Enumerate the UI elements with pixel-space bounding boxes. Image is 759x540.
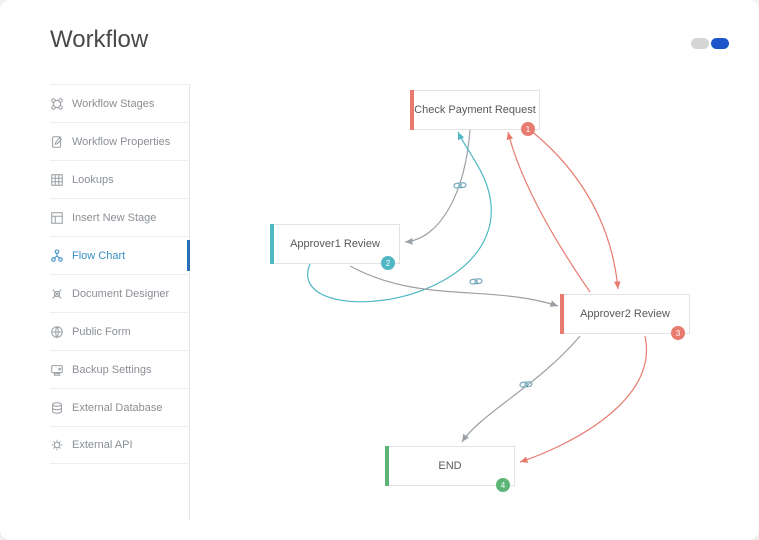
node-approver1[interactable]: Approver1 Review 2: [270, 224, 400, 264]
sidebar-item-flow-chart[interactable]: Flow Chart: [50, 236, 189, 274]
sidebar-item-workflow-properties[interactable]: Workflow Properties: [50, 122, 189, 160]
node-color-bar: [560, 294, 564, 334]
node-approver2[interactable]: Approver2 Review 3: [560, 294, 690, 334]
node-label: Approver2 Review: [580, 308, 670, 320]
edge-3-1[interactable]: [508, 132, 590, 292]
node-badge: 2: [381, 256, 395, 270]
sidebar-item-insert-new-stage[interactable]: Insert New Stage: [50, 198, 189, 236]
sidebar-item-lookups[interactable]: Lookups: [50, 160, 189, 198]
sidebar-item-label: Backup Settings: [72, 364, 152, 376]
node-badge: 3: [671, 326, 685, 340]
node-color-bar: [385, 446, 389, 486]
node-badge: 4: [496, 478, 510, 492]
node-badge-num: 1: [526, 125, 530, 134]
page-title: Workflow: [0, 0, 759, 58]
sidebar-item-label: External Database: [72, 402, 163, 414]
sidebar-item-document-designer[interactable]: Document Designer: [50, 274, 189, 312]
sidebar-item-label: Document Designer: [72, 288, 169, 300]
stages-icon: [50, 97, 64, 111]
sidebar-item-public-form[interactable]: Public Form: [50, 312, 189, 350]
sidebar-item-label: Flow Chart: [72, 250, 125, 262]
sidebar-item-label: External API: [72, 439, 133, 451]
sidebar-item-label: Workflow Properties: [72, 136, 170, 148]
sidebar-item-label: Insert New Stage: [72, 212, 156, 224]
edge-3-4-red[interactable]: [520, 336, 647, 462]
sidebar-item-backup-settings[interactable]: Backup Settings: [50, 350, 189, 388]
toggle-on[interactable]: [711, 38, 729, 49]
sidebar-item-label: Public Form: [72, 326, 131, 338]
props-icon: [50, 135, 64, 149]
node-badge-num: 3: [676, 329, 680, 338]
db-icon: [50, 401, 64, 415]
edge-1-3[interactable]: [530, 130, 618, 289]
globe-icon: [50, 325, 64, 339]
node-badge-num: 2: [386, 259, 390, 268]
node-color-bar: [410, 90, 414, 130]
flowchart-canvas[interactable]: 🔗 🔗 🔗 🔗 Check Payment Request 1 Approver…: [190, 84, 739, 520]
node-badge: 1: [521, 122, 535, 136]
sidebar-item-external-database[interactable]: External Database: [50, 388, 189, 426]
sidebar-item-external-api[interactable]: External API: [50, 426, 189, 464]
workflow-card: Workflow Workflow Stages Workflow Proper…: [0, 0, 759, 540]
toggle-off[interactable]: [691, 38, 709, 49]
backup-icon: [50, 363, 64, 377]
design-icon: [50, 287, 64, 301]
node-label: Check Payment Request: [414, 104, 536, 116]
sidebar-item-label: Lookups: [72, 174, 114, 186]
sidebar-item-label: Workflow Stages: [72, 98, 154, 110]
sidebar-item-workflow-stages[interactable]: Workflow Stages: [50, 84, 189, 122]
node-color-bar: [270, 224, 274, 264]
flowchart-icon: [50, 249, 64, 263]
node-label: END: [438, 460, 461, 472]
body: Workflow Stages Workflow Properties Look…: [50, 84, 739, 520]
view-toggle[interactable]: [691, 38, 729, 49]
sidebar: Workflow Stages Workflow Properties Look…: [50, 84, 190, 520]
node-end[interactable]: END 4: [385, 446, 515, 486]
node-check-payment[interactable]: Check Payment Request 1: [410, 90, 540, 130]
api-icon: [50, 438, 64, 452]
insert-icon: [50, 211, 64, 225]
edge-2-1[interactable]: [308, 132, 492, 302]
node-label: Approver1 Review: [290, 238, 380, 250]
grid-icon: [50, 173, 64, 187]
node-badge-num: 4: [501, 481, 505, 490]
